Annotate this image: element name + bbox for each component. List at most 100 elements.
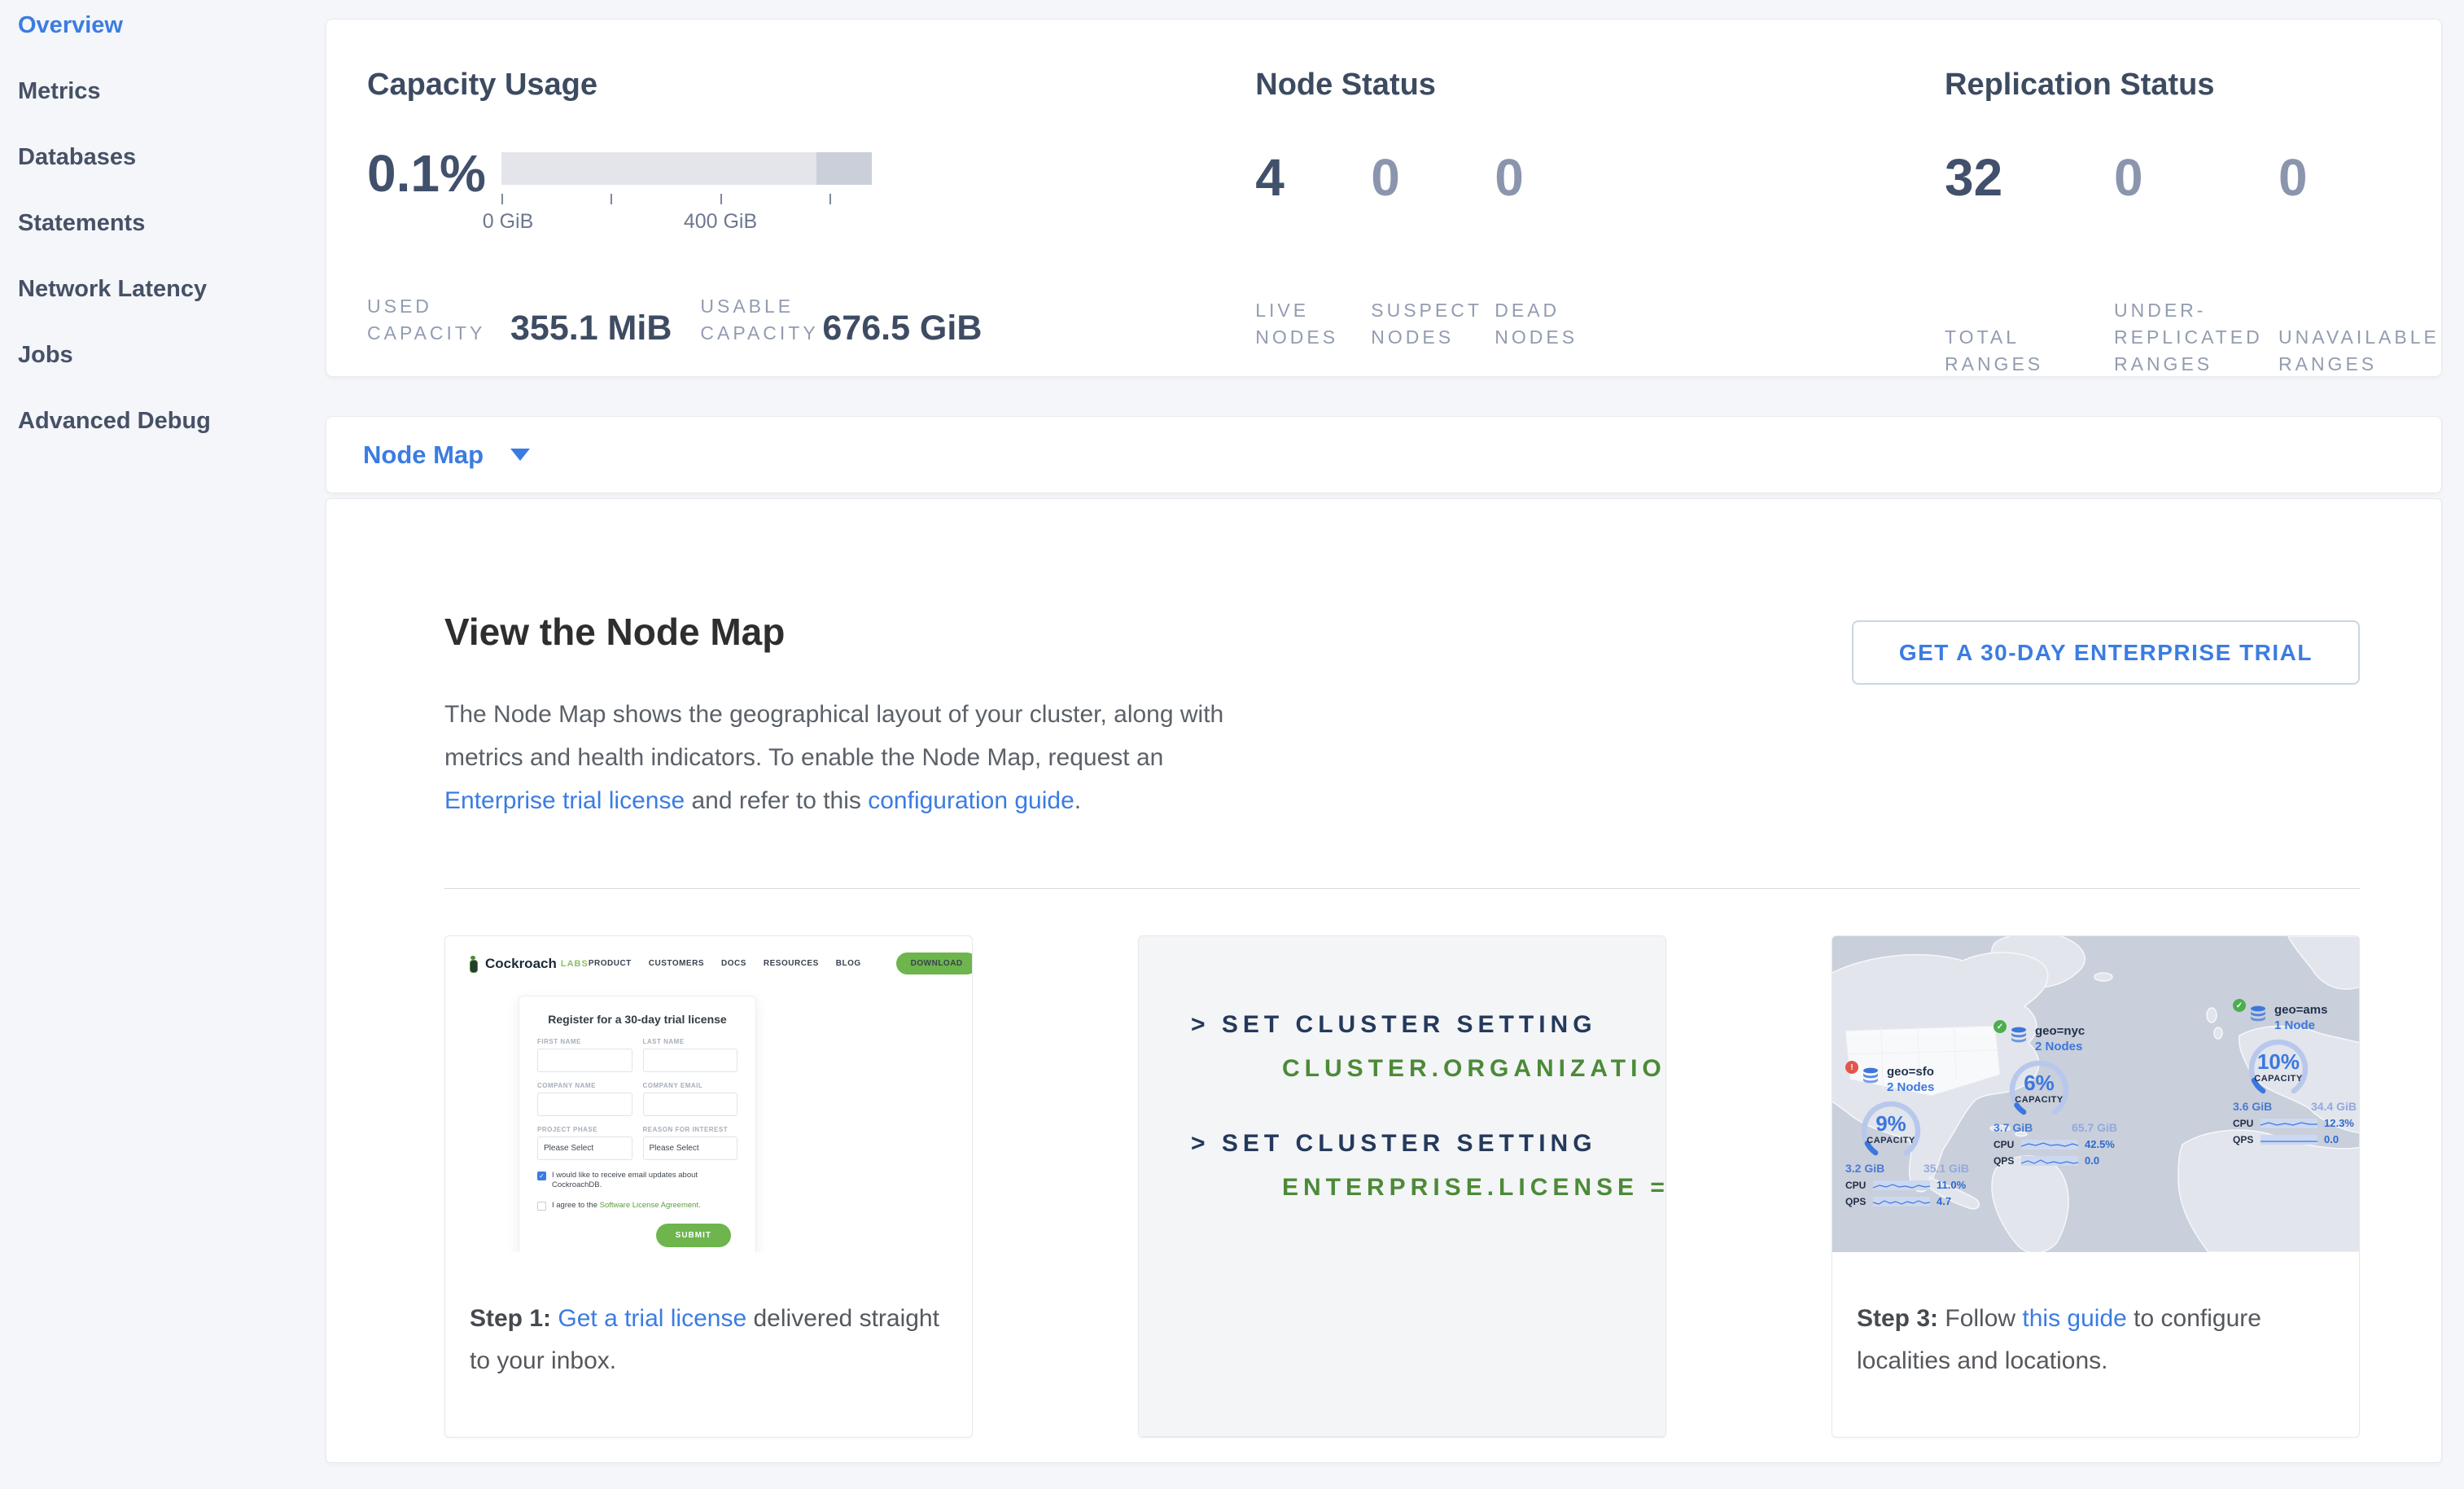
under-replicated-ranges-count: 0 [2114, 151, 2278, 204]
logo-labs: LABS [561, 959, 589, 969]
software-license-agreement-link[interactable]: Software License Agreement. [600, 1201, 701, 1210]
enterprise-trial-button[interactable]: GET A 30-DAY ENTERPRISE TRIAL [1852, 620, 2360, 685]
tick-0 [501, 194, 503, 204]
first-name-input[interactable] [537, 1049, 632, 1072]
form-title: Register for a 30-day trial license [537, 1013, 737, 1026]
field-label: LAST NAME [643, 1038, 738, 1045]
mini-nav-resources[interactable]: RESOURCES [764, 959, 819, 968]
sidebar-item-databases[interactable]: Databases [18, 145, 326, 169]
used-capacity-value: 355.1 MiB [510, 310, 672, 347]
cpu-sparkline [2260, 1119, 2317, 1128]
mini-site-header: Cockroach LABS PRODUCT CUSTOMERS DOCS RE… [445, 936, 972, 974]
capacity-gauge: 6% CAPACITY [2005, 1058, 2073, 1119]
step-3-card: ! geo=sfo 2 Nodes [1832, 935, 2360, 1438]
configuration-guide-link[interactable]: configuration guide [868, 787, 1074, 814]
company-email-input[interactable] [643, 1093, 738, 1116]
sidebar-item-metrics[interactable]: Metrics [18, 79, 326, 103]
sidebar-item-jobs[interactable]: Jobs [18, 343, 326, 367]
step-2-card: > SET CLUSTER SETTING CLUSTER.ORGANIZATI… [1138, 935, 1666, 1438]
project-phase-select[interactable]: Please Select [537, 1136, 632, 1160]
description-text-1: The Node Map shows the geographical layo… [444, 701, 1223, 771]
live-nodes-label: LIVE NODES [1255, 297, 1371, 351]
field-company-name: COMPANY NAME [537, 1082, 632, 1116]
node-count: 2 Nodes [1887, 1080, 1934, 1095]
capacity-bar: 0 GiB 400 GiB [501, 152, 872, 234]
total-ranges-count: 32 [1945, 151, 2114, 204]
sidebar-item-advanced-debug[interactable]: Advanced Debug [18, 409, 326, 433]
checkbox-checked-icon[interactable]: ✓ [537, 1171, 546, 1180]
cockroach-labs-logo: Cockroach LABS [466, 955, 589, 973]
node-count: 2 Nodes [2035, 1039, 2085, 1054]
qps-sparkline [2021, 1156, 2078, 1166]
step-1-caption: Step 1: Get a trial license delivered st… [445, 1252, 972, 1382]
company-name-input[interactable] [537, 1093, 632, 1116]
capacity-gauge: 10% CAPACITY [2244, 1036, 2313, 1098]
enterprise-trial-license-link[interactable]: Enterprise trial license [444, 787, 685, 814]
node-group-nyc[interactable]: ✓ geo=nyc 2 Nodes [1994, 1024, 2124, 1167]
last-name-input[interactable] [643, 1049, 738, 1072]
node-map-dropdown[interactable]: Node Map [363, 440, 484, 470]
description-text-2: and refer to this [685, 787, 868, 814]
step-2-caption: Step 2: Activate the trial license with … [1139, 1437, 1665, 1438]
submit-button[interactable]: SUBMIT [656, 1224, 731, 1247]
suspect-nodes-label: SUSPECT NODES [1371, 297, 1495, 351]
sidebar-item-statements[interactable]: Statements [18, 211, 326, 235]
used-gib: 3.2 GiB [1845, 1162, 1884, 1175]
usable-capacity-label: USABLE CAPACITY [700, 293, 822, 347]
database-stack-icon [2248, 1005, 2268, 1033]
capacity-percent: 0.1% [367, 147, 501, 234]
step-3-caption: Step 3: Follow this guide to configure l… [1832, 1252, 2359, 1382]
field-label: COMPANY EMAIL [643, 1082, 738, 1089]
sidebar: Overview Metrics Databases Statements Ne… [0, 0, 326, 475]
cpu-sparkline [2021, 1140, 2078, 1150]
license-agreement-text: I agree to the Software License Agreemen… [552, 1201, 701, 1211]
download-button[interactable]: DOWNLOAD [896, 953, 972, 974]
capacity-percent: 10% [2244, 1049, 2313, 1075]
capacity-bar-ticks [501, 194, 872, 205]
field-label: COMPANY NAME [537, 1082, 632, 1089]
node-map-intro: View the Node Map The Node Map shows the… [444, 595, 1250, 822]
chevron-down-icon[interactable] [510, 449, 530, 461]
cockroach-bug-icon [466, 955, 479, 973]
node-group-sfo[interactable]: ! geo=sfo 2 Nodes [1845, 1065, 1976, 1207]
tick-400 [720, 194, 722, 204]
tick-200 [611, 194, 612, 204]
locality-label: geo=sfo [1887, 1065, 1934, 1080]
node-map-description: The Node Map shows the geographical layo… [444, 693, 1250, 822]
node-count: 1 Node [2274, 1018, 2327, 1033]
field-company-email: COMPANY EMAIL [643, 1082, 738, 1116]
total-ranges-label: TOTAL RANGES [1945, 324, 2114, 378]
usable-capacity-value: 676.5 GiB [822, 310, 982, 347]
used-gib: 3.6 GiB [2233, 1100, 2272, 1113]
suspect-nodes-count: 0 [1371, 151, 1495, 204]
page: Overview Metrics Databases Statements Ne… [0, 0, 2464, 1489]
unavailable-ranges-label: UNAVAILABLE RANGES [2278, 324, 2441, 378]
mini-nav-customers[interactable]: CUSTOMERS [649, 959, 704, 968]
mini-nav-docs[interactable]: DOCS [721, 959, 746, 968]
sidebar-item-network-latency[interactable]: Network Latency [18, 277, 326, 301]
field-project-phase: PROJECT PHASE Please Select [537, 1126, 632, 1160]
dead-nodes-label: DEAD NODES [1495, 297, 1600, 351]
mini-nav-product[interactable]: PRODUCT [589, 959, 632, 968]
mini-nav-blog[interactable]: BLOG [836, 959, 861, 968]
qps-value: 0.0 [2324, 1133, 2339, 1145]
used-capacity-label: USED CAPACITY [367, 293, 510, 347]
this-guide-link[interactable]: this guide [2022, 1305, 2126, 1332]
node-status-section: Node Status 4 0 0 LIVE NODES SUSPECT NOD… [1255, 20, 1945, 376]
sidebar-item-overview[interactable]: Overview [18, 13, 326, 37]
mini-site-nav: PRODUCT CUSTOMERS DOCS RESOURCES BLOG DO… [589, 953, 972, 974]
node-map-promo-card: View the Node Map The Node Map shows the… [326, 498, 2442, 1463]
capacity-bar-track [501, 152, 872, 185]
total-gib: 65.7 GiB [2072, 1121, 2117, 1134]
unavailable-ranges-count: 0 [2278, 151, 2308, 204]
checkbox-empty-icon[interactable] [537, 1202, 546, 1211]
reason-select[interactable]: Please Select [643, 1136, 738, 1160]
license-agreement-checkbox-row: I agree to the Software License Agreemen… [537, 1201, 737, 1211]
node-group-ams[interactable]: ✓ geo=ams 1 Node [2233, 1003, 2357, 1145]
replication-status-section: Replication Status 32 0 0 TOTAL RANGES U… [1945, 20, 2441, 376]
qps-sparkline [2260, 1135, 2317, 1145]
cpu-sparkline [1873, 1180, 1930, 1190]
section-divider [444, 888, 2360, 889]
cpu-label: CPU [1845, 1180, 1873, 1191]
get-trial-license-link[interactable]: Get a trial license [558, 1305, 746, 1332]
